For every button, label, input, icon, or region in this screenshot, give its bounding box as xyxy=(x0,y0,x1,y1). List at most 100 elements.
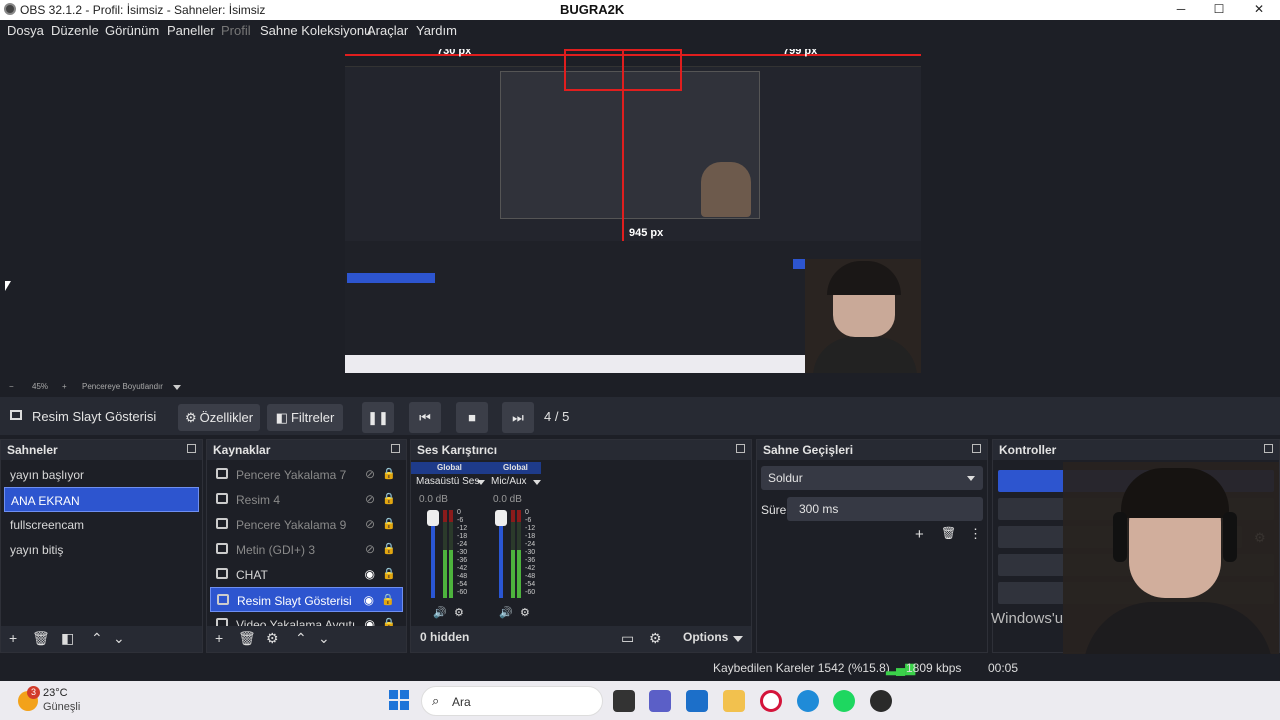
meter-scale-label: -6 xyxy=(525,517,532,524)
gear-icon[interactable]: ⚙ xyxy=(520,606,530,619)
popout-icon[interactable] xyxy=(736,444,745,453)
popout-icon[interactable] xyxy=(1264,444,1273,453)
chevron-down-icon xyxy=(967,476,975,481)
pause-button[interactable]: ❚❚ xyxy=(362,402,394,433)
zoom-in-button[interactable]: + xyxy=(62,382,67,391)
chevron-down-icon[interactable] xyxy=(173,385,181,390)
lock-icon[interactable]: 🔒 xyxy=(381,593,395,606)
eye-hidden-icon[interactable]: ⊘ xyxy=(365,517,375,531)
eye-hidden-icon[interactable]: ⊘ xyxy=(365,467,375,481)
webcam-shirt xyxy=(813,337,917,373)
gear-icon[interactable]: ⚙ xyxy=(649,630,662,647)
trash-icon[interactable]: 🗑 xyxy=(238,630,256,647)
scene-item-selected[interactable]: ANA EKRAN xyxy=(4,487,199,512)
taskbar-search[interactable]: ⌕ Ara xyxy=(421,686,603,716)
chevron-down-icon[interactable] xyxy=(477,480,485,485)
popout-icon[interactable] xyxy=(972,444,981,453)
maximize-button[interactable]: ☐ xyxy=(1204,2,1234,18)
add-icon[interactable]: + xyxy=(215,630,223,646)
menu-profil[interactable]: Profil xyxy=(221,23,251,38)
up-icon[interactable]: ⌃ xyxy=(295,630,307,647)
down-icon[interactable]: ⌄ xyxy=(113,630,125,647)
source-item[interactable]: Pencere Yakalama 7 ⊘ 🔒 xyxy=(210,462,403,487)
properties-label: Özellikler xyxy=(199,410,254,425)
scene-item[interactable]: fullscreencam xyxy=(4,512,199,537)
filter-icon[interactable]: ◧ xyxy=(61,630,74,647)
down-icon[interactable]: ⌄ xyxy=(318,630,330,647)
channel-name[interactable]: Masaüstü Ses xyxy=(416,476,479,487)
next-button[interactable]: ⏭ xyxy=(502,402,534,433)
properties-button[interactable]: ⚙ Özellikler xyxy=(178,404,260,431)
duration-input[interactable]: 300 ms xyxy=(787,497,983,521)
menu-sahne-koleksiyonu[interactable]: Sahne Koleksiyonu xyxy=(260,23,371,38)
menu-gorunum[interactable]: Görünüm xyxy=(105,23,159,38)
volume-handle[interactable] xyxy=(495,510,507,526)
eye-icon[interactable]: ◉ xyxy=(365,617,375,626)
lock-icon[interactable]: 🔒 xyxy=(382,542,396,555)
zoom-out-button[interactable]: − xyxy=(9,382,14,391)
teams-icon[interactable] xyxy=(649,690,671,712)
hidden-count[interactable]: 0 hidden xyxy=(420,630,469,644)
layout-icon[interactable]: ▭ xyxy=(621,630,634,647)
volume-icon[interactable]: 🔊 xyxy=(499,606,513,619)
gear-icon[interactable]: ⚙ xyxy=(454,606,464,619)
eye-hidden-icon[interactable]: ⊘ xyxy=(365,492,375,506)
windows-start-icon[interactable] xyxy=(389,690,409,710)
menu-duzenle[interactable]: Düzenle xyxy=(51,23,99,38)
scene-item[interactable]: yayın başlıyor xyxy=(4,462,199,487)
minimize-button[interactable]: ─ xyxy=(1166,2,1196,18)
eye-icon[interactable]: ◉ xyxy=(365,567,375,581)
channel-name[interactable]: Mic/Aux xyxy=(491,476,527,487)
lock-icon[interactable]: 🔒 xyxy=(382,617,396,626)
trash-icon[interactable]: 🗑 xyxy=(32,630,50,647)
opera-icon[interactable] xyxy=(760,690,782,712)
lock-icon[interactable]: 🔒 xyxy=(382,567,396,580)
task-view-icon[interactable] xyxy=(613,690,635,712)
gear-icon[interactable]: ⚙ xyxy=(266,630,279,647)
store-icon[interactable] xyxy=(686,690,708,712)
weather-temp[interactable]: 23°C xyxy=(43,687,68,699)
preview-canvas[interactable]: 730 px 799 px 945 px xyxy=(345,49,921,373)
source-item[interactable]: Video Yakalama Aygıtı ◉ 🔒 xyxy=(210,612,403,626)
popout-icon[interactable] xyxy=(187,444,196,453)
edge-icon[interactable] xyxy=(797,690,819,712)
chevron-down-icon[interactable] xyxy=(533,480,541,485)
popout-icon[interactable] xyxy=(391,444,400,453)
more-icon[interactable]: ⋮ xyxy=(969,526,982,542)
options-button[interactable]: Options xyxy=(683,630,728,644)
filters-button[interactable]: ◧ Filtreler xyxy=(267,404,343,431)
webcam-shirt xyxy=(1083,602,1273,654)
eye-hidden-icon[interactable]: ⊘ xyxy=(365,542,375,556)
source-item[interactable]: Pencere Yakalama 9 ⊘ 🔒 xyxy=(210,512,403,537)
spotify-icon[interactable] xyxy=(833,690,855,712)
scene-item[interactable]: yayın bitiş xyxy=(4,537,199,562)
add-icon[interactable]: + xyxy=(9,630,17,646)
source-item[interactable]: Resim Slayt Gösterisi ◉ 🔒 xyxy=(210,587,403,612)
menu-dosya[interactable]: Dosya xyxy=(7,23,44,38)
source-item[interactable]: Metin (GDI+) 3 ⊘ 🔒 xyxy=(210,537,403,562)
menu-yardim[interactable]: Yardım xyxy=(416,23,457,38)
lock-icon[interactable]: 🔒 xyxy=(382,492,396,505)
previous-button[interactable]: ⏮ xyxy=(409,402,441,433)
transition-select[interactable]: Soldur xyxy=(761,466,983,490)
fit-window-button[interactable]: Pencereye Boyutlandır xyxy=(82,382,163,391)
close-button[interactable]: ✕ xyxy=(1244,2,1274,18)
menu-paneller[interactable]: Paneller xyxy=(167,23,215,38)
lock-icon[interactable]: 🔒 xyxy=(382,467,396,480)
chevron-down-icon[interactable] xyxy=(733,636,743,642)
source-item[interactable]: Resim 4 ⊘ 🔒 xyxy=(210,487,403,512)
volume-handle[interactable] xyxy=(427,510,439,526)
obs-icon[interactable] xyxy=(870,690,892,712)
up-icon[interactable]: ⌃ xyxy=(91,630,103,647)
stop-button[interactable]: ■ xyxy=(456,402,488,433)
lock-icon[interactable]: 🔒 xyxy=(382,517,396,530)
volume-icon[interactable]: 🔊 xyxy=(433,606,447,619)
file-explorer-icon[interactable] xyxy=(723,690,745,712)
menu-araclar[interactable]: Araçlar xyxy=(367,23,408,38)
source-item[interactable]: CHAT ◉ 🔒 xyxy=(210,562,403,587)
trash-icon[interactable]: 🗑 xyxy=(941,526,956,540)
weather-desc[interactable]: Güneşli xyxy=(43,701,80,713)
eye-icon[interactable]: ◉ xyxy=(364,593,374,607)
add-icon[interactable]: + xyxy=(915,526,924,543)
channel-db: 0.0 dB xyxy=(493,494,522,505)
